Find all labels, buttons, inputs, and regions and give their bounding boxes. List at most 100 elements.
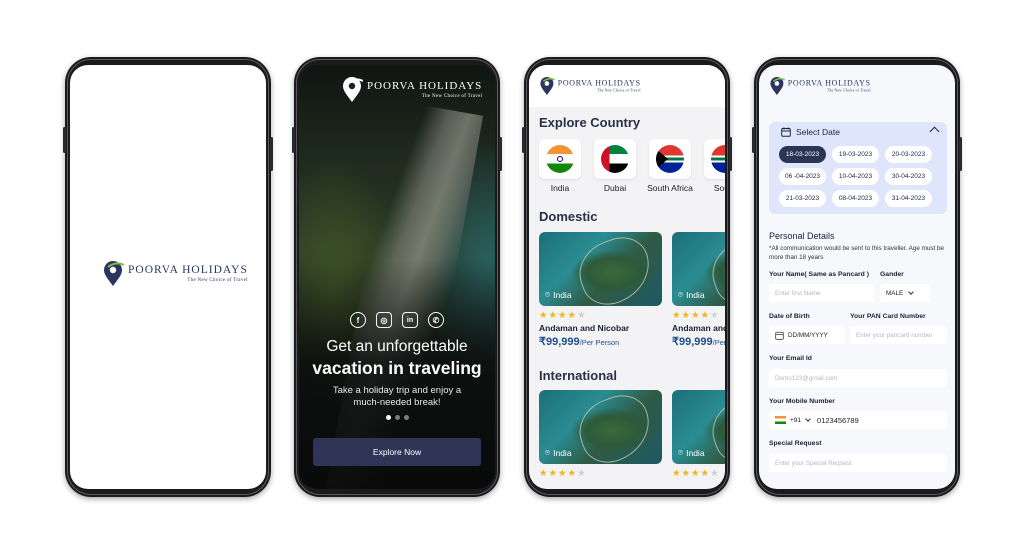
linkedin-icon[interactable]: in <box>402 312 418 328</box>
page-dot[interactable] <box>403 415 409 420</box>
map-pin-logo-icon <box>104 261 124 286</box>
package-card[interactable]: ⌾ India ★★★★★ <box>672 390 725 479</box>
explore-now-button[interactable]: Explore Now <box>313 438 481 466</box>
date-chip[interactable]: 31-04-2023 <box>885 190 932 207</box>
rating-stars: ★★★★★ <box>539 468 587 479</box>
package-card[interactable]: ⌾ India ★★★★★ <box>539 390 662 479</box>
brand-name: Poorva Holidays <box>128 263 248 276</box>
explore-screen: Poorva Holidays The New Choice of Travel… <box>529 65 725 489</box>
country-item-partial[interactable]: South <box>702 139 725 193</box>
country-item-dubai[interactable]: Dubai <box>592 139 638 193</box>
date-selector-panel: Select Date 18-03-2023 19-03-2023 20-03-… <box>769 122 947 214</box>
price-unit: /Per <box>712 338 725 347</box>
location-label: India <box>553 289 572 300</box>
select-date-label: Select Date <box>796 127 840 137</box>
package-card[interactable]: ⌾ India ★★★★★ Andaman and ₹99,999/Per <box>672 232 725 348</box>
facebook-icon[interactable]: f <box>350 312 366 328</box>
date-selector-header[interactable]: Select Date <box>781 127 840 137</box>
date-chip[interactable]: 06 -04-2023 <box>779 168 826 185</box>
personal-details-heading: Personal Details <box>769 231 835 241</box>
name-input[interactable]: Enter first Name <box>769 284 874 302</box>
phone-onboarding: Poorva Holidays The New Choice of Travel… <box>292 57 502 497</box>
brand-logo[interactable]: Poorva Holidays The New Choice of Travel <box>769 77 871 96</box>
brand-tagline: The New Choice of Travel <box>827 89 871 93</box>
country-carousel[interactable]: India Dubai South Africa So <box>537 139 725 193</box>
package-card[interactable]: ⌾ India ★★★★★ Andaman and Nicobar ₹99,99… <box>539 232 662 348</box>
volume-button <box>63 127 66 153</box>
chevron-down-icon[interactable] <box>805 416 811 422</box>
dob-input[interactable]: DD/MM/YYYY <box>769 326 845 344</box>
date-chip[interactable]: 10-04-2023 <box>832 168 879 185</box>
india-flag-icon <box>546 145 574 173</box>
calendar-icon <box>775 331 784 340</box>
brand-logo[interactable]: Poorva Holidays The New Choice of Travel <box>539 77 641 96</box>
brand-tagline: The New Choice of Travel <box>187 278 248 284</box>
booking-screen: Poorva Holidays The New Choice of Travel… <box>759 65 955 489</box>
date-chip[interactable]: 08-04-2023 <box>832 190 879 207</box>
card-location: ⌾ India <box>678 289 705 300</box>
section-title-international: International <box>539 368 618 383</box>
india-flag-icon[interactable] <box>775 416 786 424</box>
power-button <box>959 137 962 171</box>
price-value: ₹99,999 <box>539 336 580 348</box>
chevron-up-icon[interactable] <box>929 126 940 137</box>
date-chip-selected[interactable]: 18-03-2023 <box>779 146 826 163</box>
mobile-label: Your Mobile Number <box>769 398 835 405</box>
volume-button <box>292 127 295 153</box>
country-code[interactable]: +91 <box>790 417 801 424</box>
social-links: f ◎ in ✆ <box>299 312 495 328</box>
section-title-explore-country: Explore Country <box>539 115 641 130</box>
brand-tagline: The New Choice of Travel <box>597 89 641 93</box>
domestic-card-list[interactable]: ⌾ India ★★★★★ Andaman and Nicobar ₹99,99… <box>539 232 725 348</box>
pan-input[interactable]: Enter your pancard number <box>850 326 947 344</box>
mobile-value: 0123456789 <box>817 415 859 425</box>
price-value: ₹99,999 <box>672 336 713 348</box>
calendar-icon <box>781 127 791 137</box>
dob-placeholder: DD/MM/YYYY <box>788 331 828 339</box>
power-button <box>729 137 732 171</box>
country-item-india[interactable]: India <box>537 139 583 193</box>
pan-label: Your PAN Card Number <box>850 313 926 320</box>
package-photo: ⌾ India <box>672 390 725 464</box>
traveller-note: *All communication would be sent to this… <box>769 245 945 261</box>
phone-splash: Poorva Holidays The New Choice of Travel <box>63 57 273 497</box>
flag-icon <box>711 145 725 173</box>
gender-label: Gander <box>880 271 904 278</box>
top-bar: Poorva Holidays The New Choice of Travel <box>529 65 725 107</box>
whatsapp-icon[interactable]: ✆ <box>428 312 444 328</box>
international-card-list[interactable]: ⌾ India ★★★★★ ⌾ India ★★★★★ <box>539 390 725 479</box>
splash-screen: Poorva Holidays The New Choice of Travel <box>70 65 266 489</box>
onboarding-screen: Poorva Holidays The New Choice of Travel… <box>299 65 495 489</box>
package-photo: ⌾ India <box>539 390 662 464</box>
power-button <box>499 137 502 171</box>
mobile-input[interactable]: +91 0123456789 <box>769 411 947 429</box>
gender-value: MALE <box>886 289 904 297</box>
special-request-input[interactable]: Enter your Special Request <box>769 454 947 472</box>
date-chip[interactable]: 21-03-2023 <box>779 190 826 207</box>
brand-logo: Poorva Holidays The New Choice of Travel <box>341 77 482 103</box>
package-price: ₹99,999/Per <box>672 335 725 348</box>
special-request-label: Special Request <box>769 440 822 447</box>
headline-line-1: Get an unforgettable <box>326 338 468 355</box>
page-dot-active[interactable] <box>385 415 391 420</box>
package-price: ₹99,999/Per Person <box>539 335 662 348</box>
rating-stars: ★★★★★ <box>539 310 587 321</box>
price-unit: /Per Person <box>579 338 620 347</box>
page-dot[interactable] <box>394 415 400 420</box>
location-pin-icon: ⌾ <box>545 289 551 299</box>
country-label: South <box>713 183 725 193</box>
card-location: ⌾ India <box>545 289 572 300</box>
country-item-south-africa[interactable]: South Africa <box>647 139 693 193</box>
power-button <box>270 137 273 171</box>
date-chip[interactable]: 20-03-2023 <box>885 146 932 163</box>
page-indicator <box>299 415 495 420</box>
email-input[interactable]: Demo123@gmail.com <box>769 369 947 387</box>
location-label: India <box>686 447 705 458</box>
package-title: Andaman and Nicobar <box>539 323 630 333</box>
gender-select[interactable]: MALE <box>880 284 930 302</box>
date-chip[interactable]: 30-04-2023 <box>885 168 932 185</box>
volume-button <box>752 127 755 153</box>
location-pin-icon: ⌾ <box>678 289 684 299</box>
instagram-icon[interactable]: ◎ <box>376 312 392 328</box>
date-chip[interactable]: 19-03-2023 <box>832 146 879 163</box>
